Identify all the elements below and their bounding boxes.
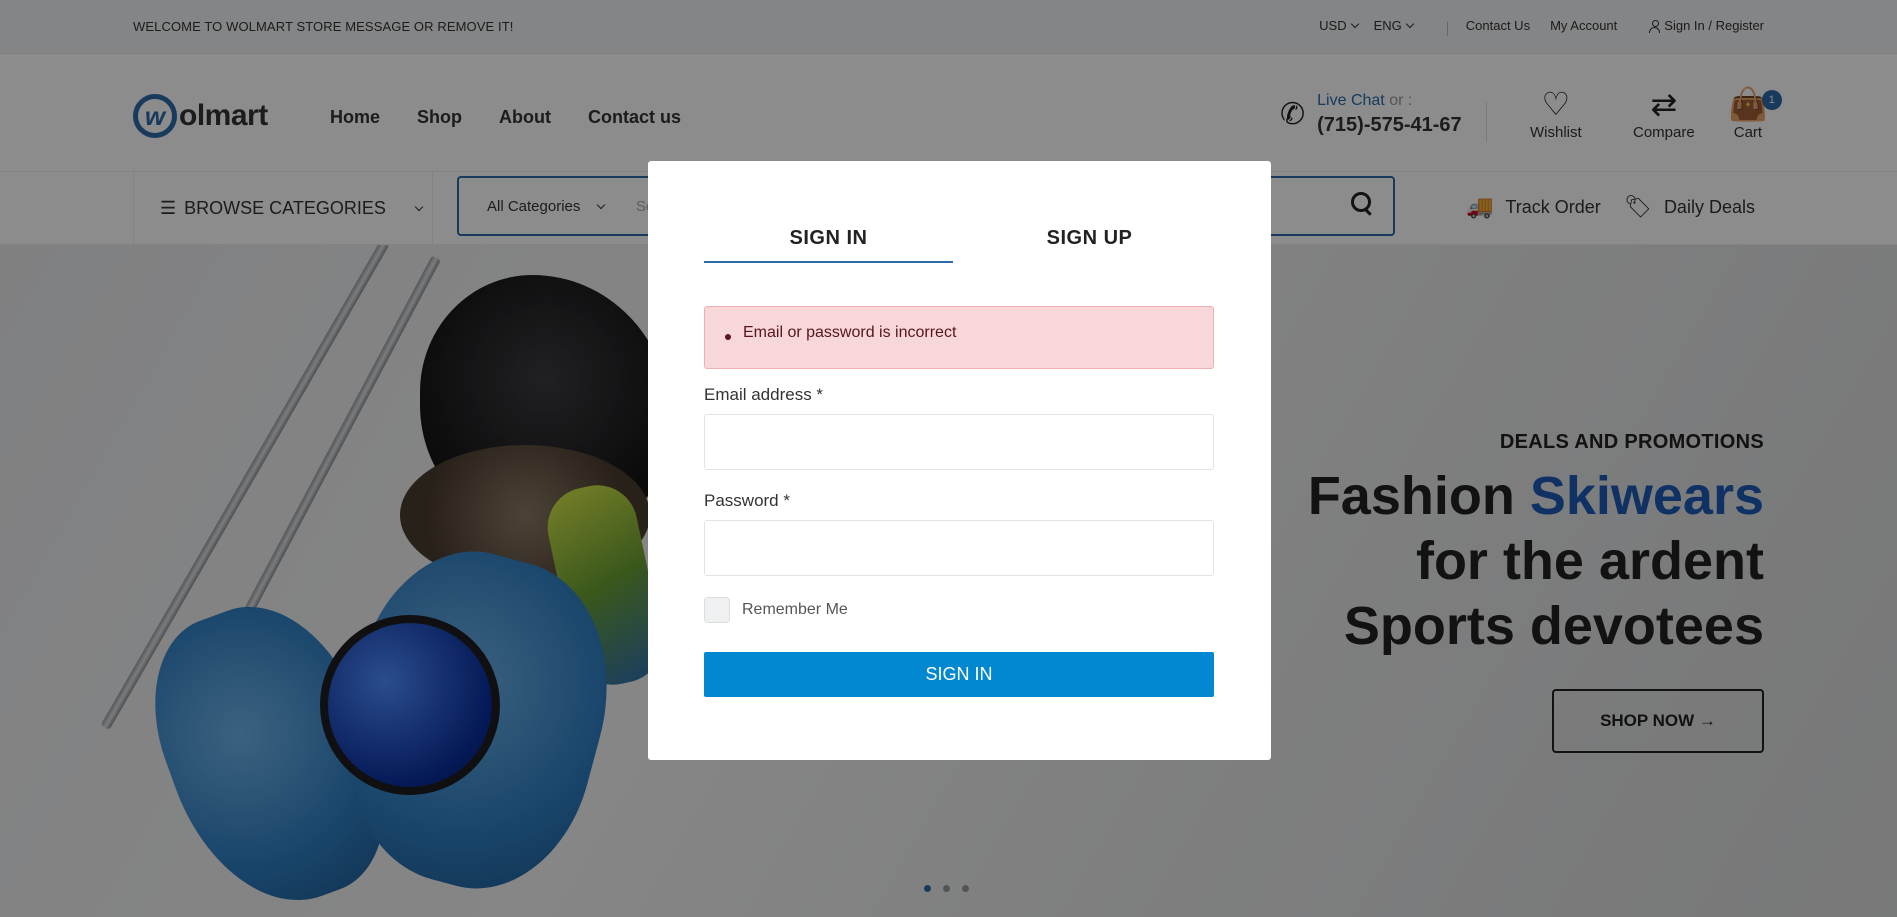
login-modal: SIGN IN SIGN UP Email or password is inc… — [648, 161, 1271, 760]
password-label: Password * — [704, 491, 790, 510]
error-message: Email or password is incorrect — [743, 324, 957, 341]
email-field[interactable] — [704, 414, 1214, 470]
remember-me: Remember Me — [704, 597, 848, 623]
password-field[interactable] — [704, 520, 1214, 576]
tab-sign-in[interactable]: SIGN IN — [704, 225, 953, 263]
email-label: Email address * — [704, 385, 824, 404]
sign-in-button[interactable]: SIGN IN — [704, 652, 1214, 697]
remember-me-checkbox[interactable] — [704, 597, 730, 623]
auth-tabs: SIGN IN SIGN UP — [704, 225, 1214, 263]
tab-sign-up[interactable]: SIGN UP — [965, 225, 1214, 263]
remember-me-label[interactable]: Remember Me — [742, 601, 848, 619]
bullet-icon — [725, 334, 731, 340]
error-alert: Email or password is incorrect — [704, 306, 1214, 369]
